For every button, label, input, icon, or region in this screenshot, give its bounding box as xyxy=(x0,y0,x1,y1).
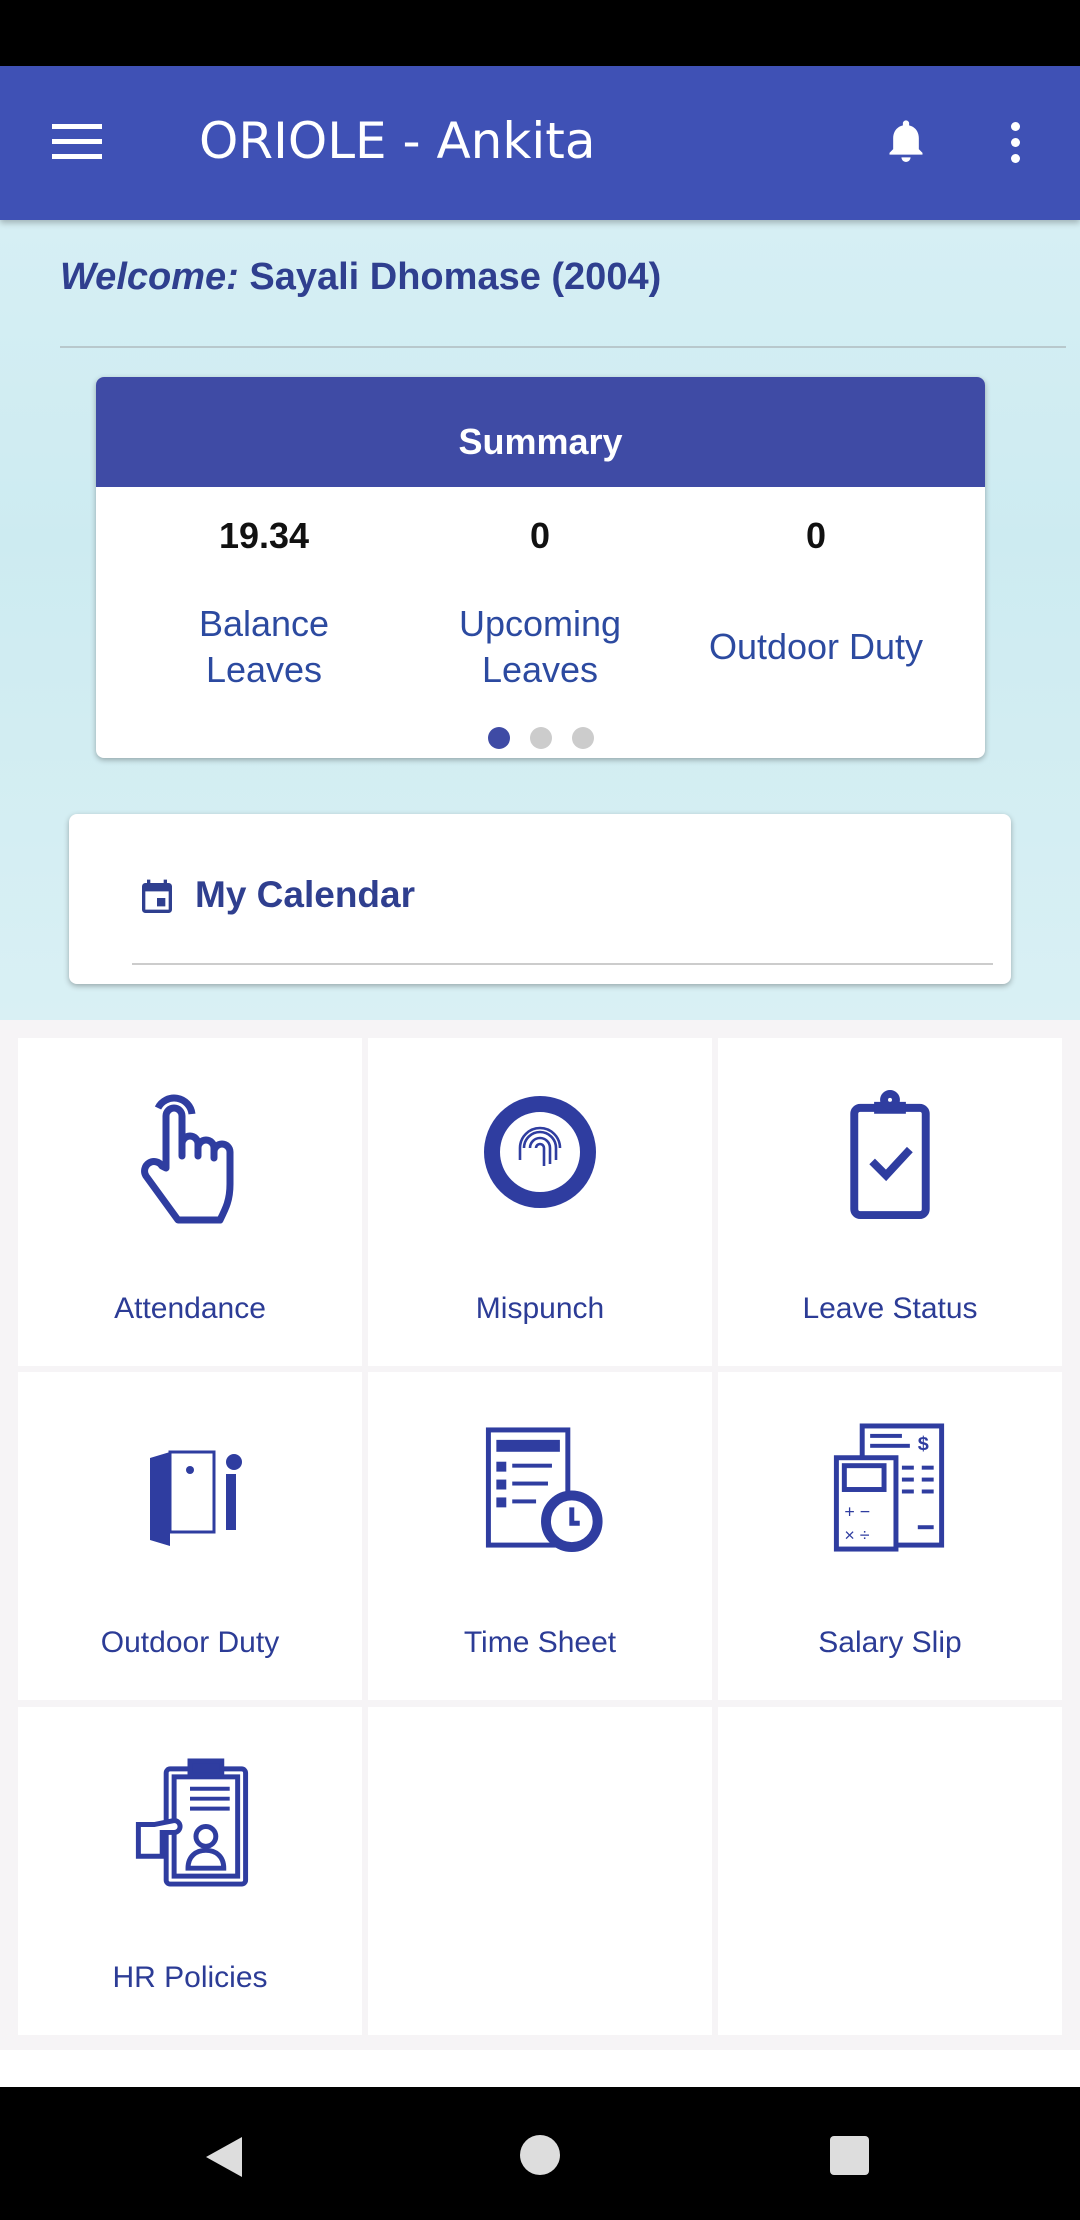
timesheet-clock-icon xyxy=(485,1427,603,1553)
divider xyxy=(60,346,1066,348)
summary-title: Summary xyxy=(96,377,985,487)
summary-label: Balance Leaves xyxy=(198,603,330,690)
app-bar: ORIOLE - Ankita xyxy=(0,66,1080,220)
bell-icon[interactable] xyxy=(884,116,928,164)
pager-dot[interactable] xyxy=(529,727,552,749)
tile-hr-policies[interactable]: HR Policies xyxy=(18,1707,362,2035)
status-bar xyxy=(0,0,1080,66)
recents-icon[interactable] xyxy=(830,2136,869,2175)
tile-leave-status[interactable]: Leave Status xyxy=(718,1038,1062,1366)
svg-text:× ÷: × ÷ xyxy=(844,1525,869,1545)
svg-text:$: $ xyxy=(918,1433,929,1455)
pager-dot-active[interactable] xyxy=(487,727,510,749)
door-exit-icon xyxy=(150,1450,242,1546)
calendar-divider xyxy=(132,963,993,965)
pager-dot[interactable] xyxy=(571,727,594,749)
clipboard-check-icon xyxy=(850,1089,930,1220)
summary-label: Outdoor Duty xyxy=(708,626,924,667)
tile-label: HR Policies xyxy=(112,1961,268,1994)
tile-time-sheet[interactable]: Time Sheet xyxy=(368,1372,712,1700)
calculator-icon: $ + − × ÷ xyxy=(833,1423,945,1552)
menu-icon[interactable] xyxy=(52,124,102,160)
tile-salary-slip[interactable]: $ + − × ÷ Salary Slip xyxy=(718,1372,1062,1700)
summary-card[interactable]: Summary 19.34 Balance Leaves 0 Upcoming … xyxy=(96,377,985,758)
tile-empty xyxy=(368,1707,712,2035)
summary-value: 19.34 xyxy=(218,515,310,556)
tile-outdoor-duty[interactable]: Outdoor Duty xyxy=(18,1372,362,1700)
tile-label: Mispunch xyxy=(475,1292,605,1325)
app-title: ORIOLE - Ankita xyxy=(199,112,596,170)
pager-dots[interactable] xyxy=(96,727,985,754)
tile-empty xyxy=(718,1707,1062,2035)
tile-attendance[interactable]: Attendance xyxy=(18,1038,362,1366)
my-calendar-card[interactable]: My Calendar xyxy=(69,814,1011,984)
menu-grid: Attendance Mispunch Leave Status Outdoor… xyxy=(0,1020,1080,2050)
tile-label: Salary Slip xyxy=(818,1626,962,1659)
calendar-icon xyxy=(142,879,172,913)
system-nav-bar xyxy=(0,2087,1080,2220)
tile-label: Outdoor Duty xyxy=(100,1626,280,1659)
calendar-title: My Calendar xyxy=(195,874,416,915)
summary-label: Upcoming Leaves xyxy=(458,603,622,690)
tile-mispunch[interactable]: Mispunch xyxy=(368,1038,712,1366)
tile-label: Time Sheet xyxy=(463,1626,617,1659)
home-icon[interactable] xyxy=(520,2135,560,2175)
welcome-prefix: Welcome: xyxy=(60,256,239,298)
back-icon[interactable] xyxy=(204,2135,244,2179)
tile-label: Attendance xyxy=(114,1292,266,1325)
summary-value: 0 xyxy=(529,515,551,556)
fingerprint-icon xyxy=(484,1096,596,1208)
policy-clipboard-icon xyxy=(135,1758,249,1887)
svg-text:+ −: + − xyxy=(844,1501,870,1521)
tap-hand-icon xyxy=(141,1094,234,1224)
welcome-text: Welcome: Sayali Dhomase (2004) xyxy=(60,256,661,299)
user-name: Sayali Dhomase (2004) xyxy=(249,256,662,298)
tile-label: Leave Status xyxy=(802,1292,978,1325)
summary-value: 0 xyxy=(805,515,827,556)
more-vert-icon[interactable] xyxy=(1005,122,1025,170)
